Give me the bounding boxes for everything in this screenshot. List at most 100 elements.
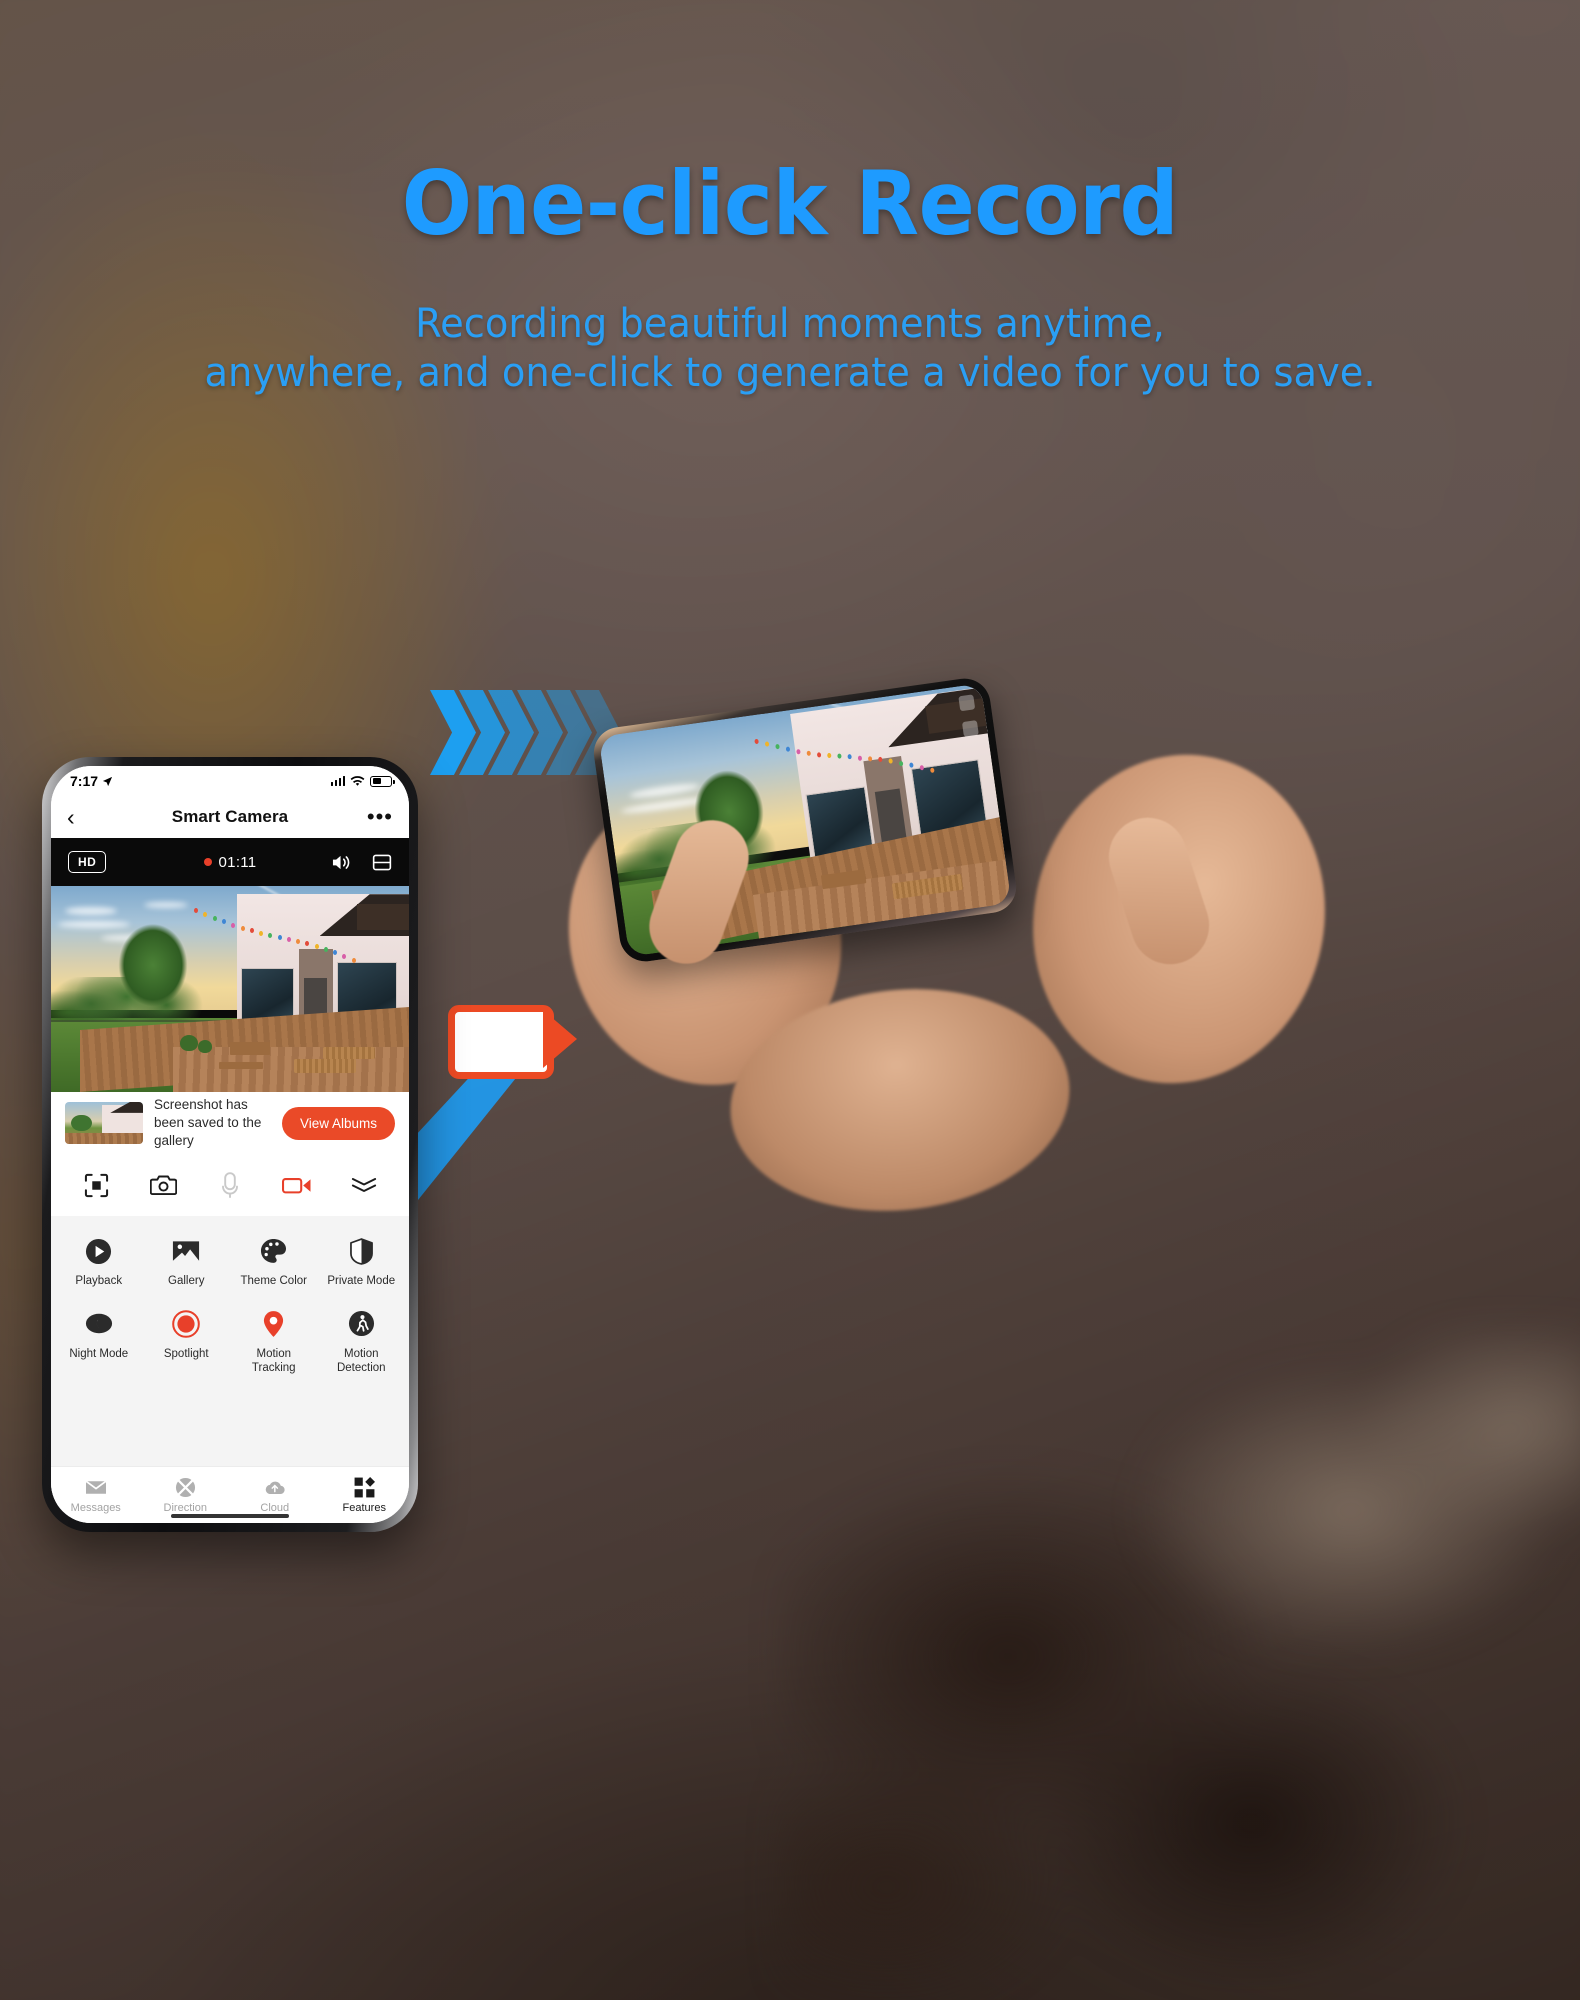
speaker-icon[interactable] (331, 853, 352, 872)
play-circle-icon (84, 1236, 114, 1266)
map-pin-icon (259, 1309, 289, 1339)
video-record-icon[interactable] (274, 1162, 320, 1208)
string-light-bulb (231, 922, 236, 928)
string-light-bulb (305, 941, 310, 947)
string-light-bulb (837, 753, 843, 760)
toast-message: Screenshot has been saved to the gallery (154, 1096, 262, 1149)
smartphone-portrait: 7:17 ‹ Smart Camera ••• HD 01:11 Screens… (42, 757, 418, 1532)
chevrons-down-icon[interactable] (341, 1162, 387, 1208)
feature-label: Theme Color (240, 1275, 307, 1287)
snapshot-icon[interactable] (961, 720, 979, 738)
feature-label: Private Mode (327, 1275, 396, 1287)
feature-label: Motion Tracking (251, 1347, 296, 1374)
cloud-icon (264, 1476, 286, 1498)
feature-motion-detection[interactable]: Motion Detection (318, 1309, 406, 1376)
live-video-feed[interactable] (51, 886, 409, 1092)
feature-playback[interactable]: Playback (55, 1236, 143, 1289)
feature-motion-tracking[interactable]: Motion Tracking (230, 1309, 318, 1376)
string-light-bulb (847, 754, 853, 760)
features-panel: Playback Gallery Theme Color Private Mod… (51, 1216, 409, 1466)
string-light-bulb (240, 925, 245, 931)
scene-lounger (323, 1047, 376, 1060)
view-albums-button[interactable]: View Albums (281, 1106, 395, 1140)
tab-messages[interactable]: Messages (51, 1476, 141, 1514)
scene-bench (219, 1062, 264, 1070)
shield-private-icon (346, 1236, 376, 1266)
string-light-bulb (898, 760, 904, 766)
tab-label: Messages (70, 1502, 121, 1514)
string-light-bulb (323, 946, 328, 952)
spotlight-circle-icon (171, 1309, 201, 1339)
app-header: ‹ Smart Camera ••• (51, 796, 409, 838)
recording-timer: 01:11 (218, 853, 257, 871)
string-light-bulb (868, 755, 873, 762)
feature-private-mode[interactable]: Private Mode (318, 1236, 406, 1289)
thumb-tree (71, 1114, 92, 1132)
feature-spotlight[interactable]: Spotlight (143, 1309, 231, 1376)
feature-gallery[interactable]: Gallery (143, 1236, 231, 1289)
string-light-bulb (919, 765, 925, 771)
feature-label: Spotlight (163, 1347, 209, 1360)
screenshot-thumbnail[interactable] (65, 1102, 143, 1144)
features-grid-icon (353, 1476, 375, 1498)
page-title: One-click Record (401, 152, 1179, 255)
string-light-bulb (351, 957, 356, 963)
scene-tree (111, 921, 194, 1018)
split-screen-icon[interactable] (372, 853, 392, 872)
status-time: 7:17 (70, 773, 99, 789)
string-light-bulb (796, 748, 802, 755)
video-record-callout-icon (448, 1005, 577, 1079)
scene-bush (197, 1039, 212, 1053)
tab-label: Features (342, 1502, 386, 1514)
feature-label: Playback (75, 1275, 123, 1287)
subtitle-line-2: anywhere, and one-click to generate a vi… (204, 350, 1376, 397)
feature-label: Gallery (168, 1275, 205, 1287)
quality-badge[interactable]: HD (68, 851, 107, 873)
hands-holding-phone (533, 675, 1356, 1350)
string-light-bulb (286, 936, 291, 942)
scene-table (230, 1041, 270, 1055)
tab-features[interactable]: Features (320, 1476, 410, 1514)
string-light-bulb (277, 934, 282, 940)
envelope-icon (85, 1476, 107, 1498)
string-light-bulb (268, 932, 273, 938)
screenshot-toast: Screenshot has been saved to the gallery… (51, 1092, 409, 1154)
video-control-bar: HD 01:11 (51, 838, 409, 886)
status-bar-left: 7:17 (70, 773, 113, 789)
features-row-2: Night Mode Spotlight Motion Tracking Mot… (51, 1289, 409, 1376)
scene-eave (357, 903, 409, 930)
home-indicator (171, 1514, 289, 1518)
scene-cloud (65, 906, 118, 915)
string-light-bulb (909, 762, 915, 769)
string-light-bulb (878, 757, 883, 763)
cellular-signal-icon (330, 776, 345, 786)
status-bar: 7:17 (51, 766, 409, 796)
string-light-bulb (194, 908, 199, 914)
string-light-bulb (342, 953, 347, 959)
string-light-bulb (806, 750, 812, 756)
microphone-icon[interactable] (207, 1162, 253, 1208)
feature-night-mode[interactable]: Night Mode (55, 1309, 143, 1376)
phone-screen: 7:17 ‹ Smart Camera ••• HD 01:11 Screens… (51, 766, 409, 1523)
tab-label: Direction (163, 1502, 207, 1514)
string-light-bulb (857, 755, 863, 761)
record-dot-icon (203, 858, 212, 866)
device-title: Smart Camera (171, 807, 289, 826)
rotate-screen-icon[interactable] (958, 694, 976, 712)
string-light-bulb (754, 738, 760, 744)
feature-theme-color[interactable]: Theme Color (230, 1236, 318, 1289)
string-light-bulb (203, 912, 208, 917)
tab-cloud[interactable]: Cloud (230, 1476, 320, 1514)
fullscreen-icon[interactable] (73, 1162, 119, 1208)
walking-person-icon (346, 1309, 376, 1339)
back-button[interactable]: ‹ (67, 805, 97, 829)
features-row-1: Playback Gallery Theme Color Private Mod… (51, 1216, 409, 1289)
wifi-icon (350, 775, 365, 786)
more-horizontal-icon[interactable]: ••• (363, 806, 393, 828)
string-light-bulb (775, 743, 781, 750)
camera-icon[interactable] (140, 1162, 186, 1208)
thumb-deck (65, 1133, 143, 1144)
tab-direction[interactable]: Direction (141, 1476, 231, 1514)
battery-icon (370, 775, 395, 787)
gallery-image-icon (171, 1236, 201, 1266)
